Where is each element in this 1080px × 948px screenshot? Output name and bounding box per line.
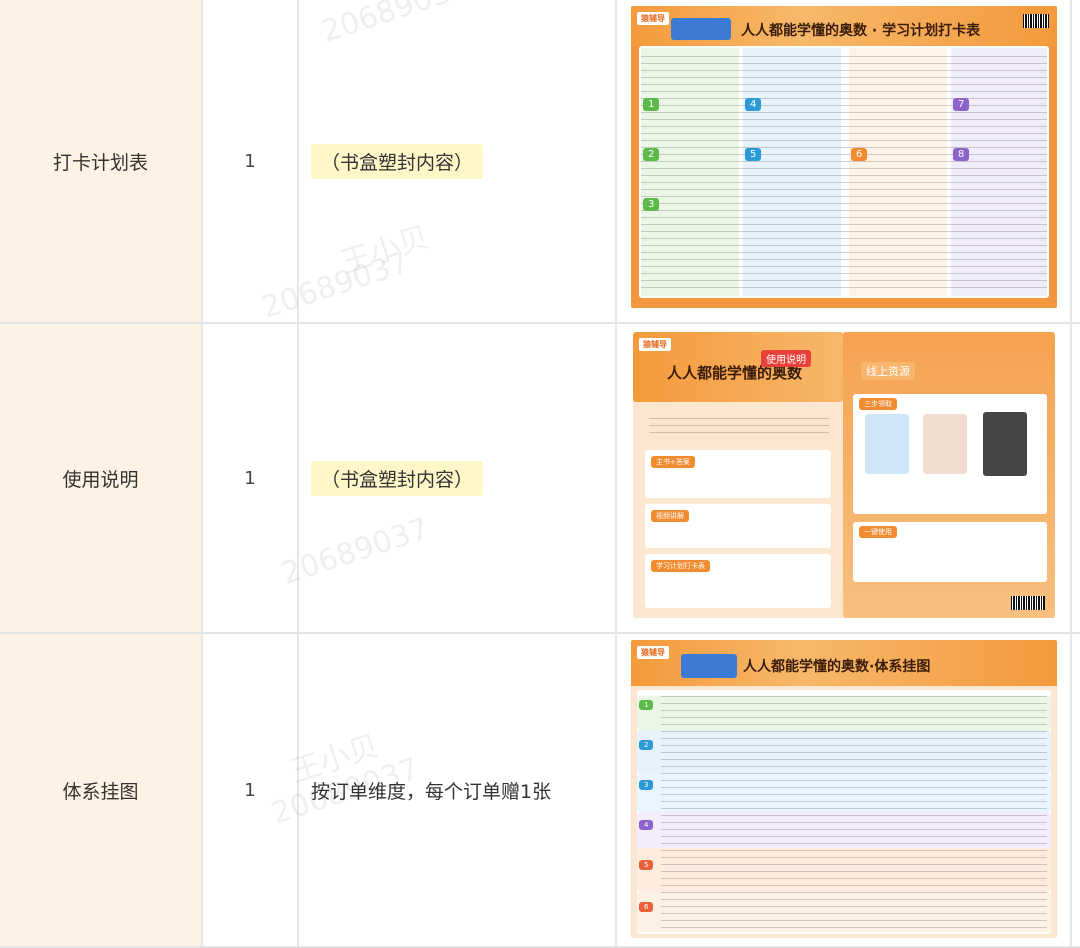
section-label: 一键使用 (859, 526, 897, 538)
item-note-cell: 按订单维度，每个订单赠1张 王小贝 20689037 (267, 634, 617, 946)
gift-items-table: 打卡计划表 1 （书盒塑封内容） 20689037 王小贝 20689037 猿… (0, 0, 1080, 948)
item-note: （书盒塑封内容） (311, 143, 484, 179)
item-qty: 1 (244, 467, 256, 489)
barcode-icon (1011, 596, 1045, 610)
table-row: 使用说明 1 （书盒塑封内容） 20689037 猿辅导 人人都能学懂的奥数 使… (0, 324, 1080, 634)
checkin-plan-image: 猿辅导 人人都能学懂的奥数 · 学习计划打卡表 1 2 3 4 5 6 7 8 (631, 6, 1057, 308)
table-row: 打卡计划表 1 （书盒塑封内容） 20689037 王小贝 20689037 猿… (0, 0, 1080, 326)
item-name: 体系挂图 (62, 780, 139, 803)
item-note: （书盒塑封内容） (311, 460, 484, 496)
item-note-cell: （书盒塑封内容） 20689037 王小贝 20689037 (257, 0, 617, 326)
item-qty: 1 (244, 779, 256, 801)
section-label: 学习计划打卡表 (651, 560, 710, 572)
item-name-cell: 使用说明 (0, 324, 203, 632)
image-title: 人人都能学懂的奥数·体系挂图 (743, 659, 931, 675)
brand-logo: 猿辅导 (637, 646, 669, 659)
item-qty-cell: 1 (203, 324, 299, 632)
section-label: 视频讲解 (651, 510, 689, 522)
watermark-text: 20689037 (317, 0, 474, 50)
item-name: 打卡计划表 (52, 151, 148, 174)
online-resources-title: 线上资源 (861, 362, 915, 380)
system-chart-image: 猿辅导 人人都能学懂的奥数·体系挂图 1 2 3 4 5 6 (631, 640, 1057, 938)
item-qty: 1 (244, 150, 256, 172)
item-image-cell: 猿辅导 人人都能学懂的奥数 使用说明 主书+答案 视频讲解 学习计划打卡表 线上… (617, 324, 1072, 632)
watermark-text: 20689037 (277, 511, 434, 592)
item-name-cell: 体系挂图 (0, 634, 203, 946)
instructions-image: 猿辅导 人人都能学懂的奥数 使用说明 主书+答案 视频讲解 学习计划打卡表 线上… (633, 332, 1055, 618)
brand-logo: 猿辅导 (637, 12, 669, 25)
section-label: 三步领取 (859, 398, 897, 410)
section-label: 主书+答案 (651, 456, 695, 468)
item-qty-cell: 1 (203, 634, 299, 946)
image-title: 人人都能学懂的奥数 · 学习计划打卡表 (741, 23, 981, 39)
item-image-cell: 猿辅导 人人都能学懂的奥数 · 学习计划打卡表 1 2 3 4 5 6 7 8 (617, 0, 1072, 322)
brand-logo: 猿辅导 (639, 338, 671, 351)
item-note: 按订单维度，每个订单赠1张 (311, 780, 552, 803)
barcode-icon (1023, 14, 1049, 28)
item-name: 使用说明 (62, 468, 139, 491)
item-note-cell: （书盒塑封内容） 20689037 (277, 324, 617, 632)
watermark-text: 王小贝 (336, 219, 434, 281)
item-image-cell: 猿辅导 人人都能学懂的奥数·体系挂图 1 2 3 4 5 6 (617, 634, 1072, 946)
item-qty-cell: 1 (203, 0, 299, 322)
item-name-cell: 打卡计划表 (0, 0, 203, 322)
usage-badge: 使用说明 (761, 350, 811, 367)
table-row: 体系挂图 1 按订单维度，每个订单赠1张 王小贝 20689037 猿辅导 人人… (0, 634, 1080, 948)
